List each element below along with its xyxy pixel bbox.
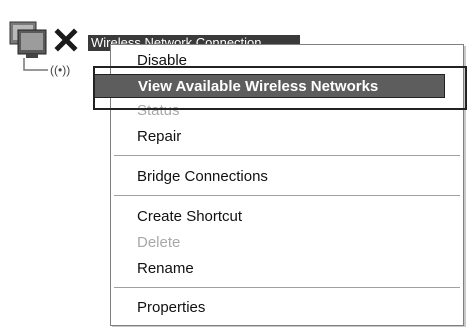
menu-item-properties[interactable]: Properties [111, 296, 463, 320]
svg-text:((•)): ((•)) [50, 63, 70, 77]
highlight-callout-box [93, 66, 467, 110]
menu-item-rename[interactable]: Rename [111, 257, 463, 281]
menu-item-delete: Delete [137, 234, 181, 251]
menu-separator [114, 155, 460, 156]
menu-item-repair[interactable]: Repair [111, 125, 463, 149]
menu-separator [114, 287, 460, 288]
wireless-network-disconnected-icon[interactable]: ((•)) [4, 14, 84, 84]
menu-item-create-shortcut[interactable]: Create Shortcut [111, 205, 463, 229]
screenshot-stage: ((•)) Wireless Network Connection Disabl… [0, 0, 476, 327]
menu-item-bridge-connections[interactable]: Bridge Connections [111, 165, 463, 189]
menu-separator [114, 195, 460, 196]
